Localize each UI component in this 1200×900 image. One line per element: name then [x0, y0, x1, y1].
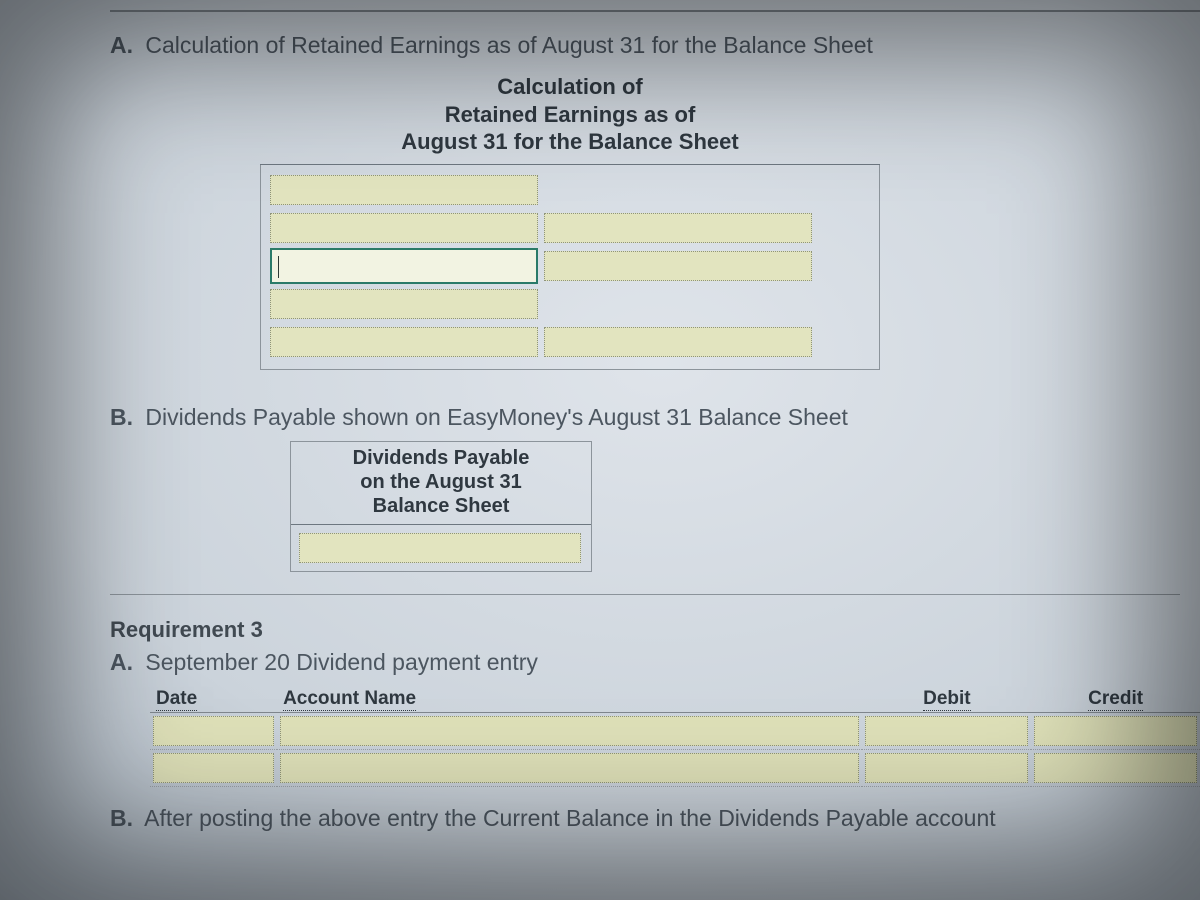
section-divider [110, 594, 1180, 595]
je-r2-account[interactable] [280, 753, 859, 783]
dividends-payable-title: Dividends Payable on the August 31 Balan… [291, 442, 591, 525]
je-r1-account[interactable] [280, 716, 859, 746]
retained-earnings-title: Calculation of Retained Earnings as of A… [260, 69, 880, 165]
dividends-payable-body [291, 525, 591, 571]
je-r2-debit[interactable] [865, 753, 1028, 783]
req3-b-marker: B. [110, 805, 133, 831]
worksheet-content: A. Calculation of Retained Earnings as o… [110, 26, 1180, 842]
col-account: Account Name [277, 686, 862, 713]
re-input-r5c1[interactable] [270, 327, 538, 357]
req3-a-prompt: A. September 20 Dividend payment entry [110, 649, 1180, 676]
section-b-prompt: B. Dividends Payable shown on EasyMoney'… [110, 404, 1180, 431]
journal-entry-table: Date Account Name Debit Credit [150, 686, 1200, 787]
dp-input[interactable] [299, 533, 581, 563]
table-row [150, 749, 1200, 786]
re-input-r3c2[interactable] [544, 251, 812, 281]
section-a-text: Calculation of Retained Earnings as of A… [145, 32, 873, 58]
re-title-line3: August 31 for the Balance Sheet [401, 129, 738, 154]
table-row [150, 712, 1200, 749]
re-input-r2c1[interactable] [270, 213, 538, 243]
dp-title-line1: Dividends Payable [353, 447, 530, 469]
re-input-r2c2[interactable] [544, 213, 812, 243]
req3-a-marker: A. [110, 649, 133, 675]
section-b-text: Dividends Payable shown on EasyMoney's A… [145, 404, 848, 430]
je-r2-credit[interactable] [1034, 753, 1197, 783]
section-a-prompt: A. Calculation of Retained Earnings as o… [110, 32, 1180, 59]
je-r1-debit[interactable] [865, 716, 1028, 746]
re-input-r3c1-active[interactable] [270, 248, 538, 284]
dividends-payable-box: Dividends Payable on the August 31 Balan… [290, 441, 592, 572]
section-b-marker: B. [110, 404, 133, 430]
je-r2-date[interactable] [153, 753, 274, 783]
retained-earnings-box: Calculation of Retained Earnings as of A… [260, 69, 880, 370]
re-input-r5c2[interactable] [544, 327, 812, 357]
top-divider [110, 10, 1200, 12]
requirement-3-heading: Requirement 3 [110, 617, 1180, 643]
section-a-marker: A. [110, 32, 133, 58]
dp-title-line2: on the August 31 [360, 471, 521, 493]
retained-earnings-body [260, 165, 880, 370]
req3-b-prompt: B. After posting the above entry the Cur… [110, 805, 1180, 832]
req3-b-text: After posting the above entry the Curren… [144, 805, 996, 831]
re-title-line2: Retained Earnings as of [445, 102, 696, 127]
re-input-r1c1[interactable] [270, 175, 538, 205]
re-title-line1: Calculation of [497, 74, 642, 99]
col-date: Date [150, 686, 277, 713]
je-r1-credit[interactable] [1034, 716, 1197, 746]
col-credit: Credit [1031, 686, 1200, 713]
col-debit: Debit [862, 686, 1031, 713]
re-input-r4c1[interactable] [270, 289, 538, 319]
req3-a-text: September 20 Dividend payment entry [145, 649, 538, 675]
dp-title-line3: Balance Sheet [373, 495, 510, 517]
je-r1-date[interactable] [153, 716, 274, 746]
